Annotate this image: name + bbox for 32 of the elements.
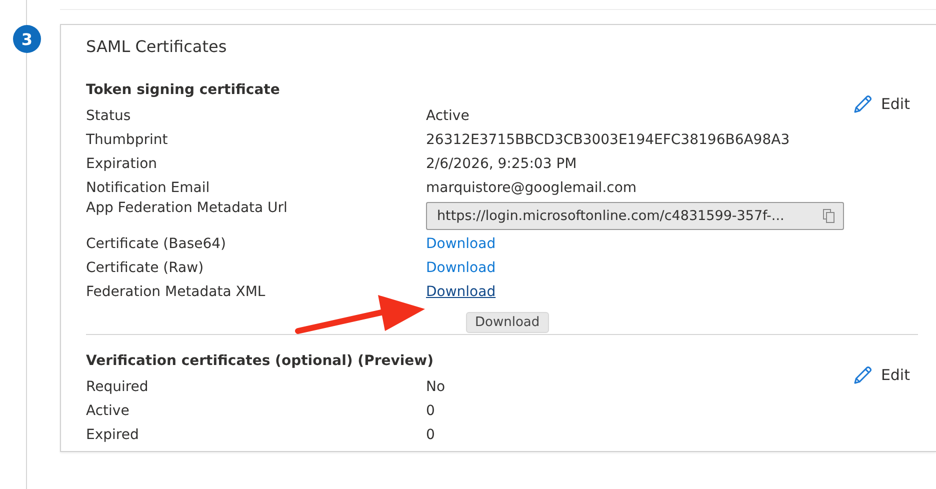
- download-link[interactable]: Download: [426, 236, 496, 252]
- field-label: Certificate (Base64): [86, 236, 227, 252]
- section-heading: Token signing certificate: [86, 82, 280, 98]
- field-label: Status: [86, 108, 132, 124]
- url-field[interactable]: https://login.microsoftonline.com/c4831599-357f-...: [426, 202, 844, 230]
- pencil-icon: [852, 365, 873, 385]
- edit-link[interactable]: Edit: [880, 366, 910, 384]
- download-link[interactable]: Download: [426, 284, 496, 300]
- field-value: marquistore@googlemail.com: [426, 180, 637, 196]
- field-label: Notification Email: [86, 180, 211, 196]
- download-link[interactable]: Download: [426, 260, 496, 276]
- field-value: 2/6/2026, 9:25:03 PM: [426, 156, 577, 172]
- edit-link[interactable]: Edit: [880, 95, 910, 113]
- field-label: App Federation Metadata Url: [86, 200, 288, 216]
- field-label: Expiration: [86, 156, 158, 172]
- field-value: Active: [426, 108, 470, 124]
- tooltip: Download: [466, 312, 549, 333]
- field-label: Federation Metadata XML: [86, 284, 266, 300]
- field-label: Active: [86, 403, 130, 419]
- field-value: 0: [426, 403, 435, 419]
- copy-icon[interactable]: [823, 209, 835, 223]
- field-label: Certificate (Raw): [86, 260, 205, 276]
- pencil-icon: [852, 94, 873, 114]
- card-title: SAML Certificates: [86, 37, 228, 56]
- field-label: Required: [86, 379, 150, 395]
- section-heading: Verification certificates (optional) (Preview): [86, 353, 434, 369]
- field-value: 26312E3715BBCD3CB3003E194EFC38196B6A98A3: [426, 132, 790, 148]
- field-value: 0: [426, 427, 435, 443]
- step-number-badge: 3: [13, 25, 41, 53]
- field-value: No: [426, 379, 446, 395]
- field-label: Thumbprint: [86, 132, 169, 148]
- field-label: Expired: [86, 427, 140, 443]
